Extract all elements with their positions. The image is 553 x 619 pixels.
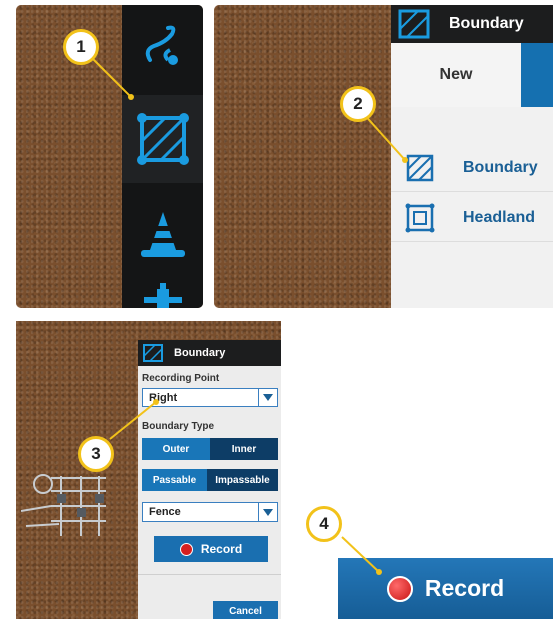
passable-toggle[interactable]: Passable xyxy=(142,469,207,491)
boundary-type-label: Boundary Type xyxy=(142,421,215,432)
callout-1: 1 xyxy=(63,29,99,65)
callout-3: 3 xyxy=(78,436,114,472)
boundary-menu-header: Boundary xyxy=(391,5,553,43)
boundary-menu-title: Boundary xyxy=(449,15,524,32)
flag-tool-button[interactable] xyxy=(122,195,203,273)
chevron-down-icon xyxy=(258,389,277,406)
chevron-down-icon xyxy=(258,503,277,521)
headland-list-item[interactable]: Headland xyxy=(391,195,553,242)
path-icon xyxy=(145,25,178,65)
cancel-button[interactable]: Cancel xyxy=(213,601,278,619)
fence-value: Fence xyxy=(149,506,181,518)
boundary-list-item[interactable]: Boundary xyxy=(391,145,553,192)
fence-select[interactable]: Fence xyxy=(142,502,278,522)
dialog-header: Boundary xyxy=(138,340,281,366)
record-label-small: Record xyxy=(200,542,243,556)
boundary-icon xyxy=(398,9,430,39)
tab-new-label: New xyxy=(439,66,473,83)
boundary-icon xyxy=(143,344,163,362)
tab-existing[interactable] xyxy=(521,43,553,107)
implement-tool-button[interactable] xyxy=(122,283,203,308)
outer-toggle[interactable]: Outer xyxy=(142,438,210,460)
boundary-dialog: Boundary Recording Point Right Boundary … xyxy=(138,340,281,619)
panel-1-field xyxy=(16,5,203,308)
headland-icon xyxy=(405,203,435,233)
path-tool-button[interactable] xyxy=(122,5,203,85)
dialog-title: Boundary xyxy=(174,347,226,359)
record-button-small[interactable]: Record xyxy=(154,536,268,562)
dialog-divider xyxy=(138,574,281,575)
implement-icon xyxy=(143,283,182,308)
panel-3-field: Boundary Recording Point Right Boundary … xyxy=(16,321,281,619)
record-dot-icon xyxy=(179,542,193,556)
boundary-tool-button[interactable] xyxy=(122,95,203,183)
side-toolbar xyxy=(122,5,203,308)
inner-toggle[interactable]: Inner xyxy=(210,438,278,460)
recording-point-select[interactable]: Right xyxy=(142,388,278,407)
callout-4: 4 xyxy=(306,506,342,542)
recording-point-label: Recording Point xyxy=(142,373,220,384)
boundary-icon xyxy=(406,154,434,182)
record-dot-icon xyxy=(386,575,413,602)
tab-new[interactable]: New xyxy=(391,43,521,107)
headland-item-label: Headland xyxy=(463,209,536,226)
record-label-large: Record xyxy=(424,575,505,601)
callout-2: 2 xyxy=(340,86,376,122)
boundary-icon xyxy=(136,113,189,165)
boundary-item-label: Boundary xyxy=(463,159,538,176)
boundary-menu: Boundary New Boundary Headland xyxy=(391,5,553,308)
impassable-toggle[interactable]: Impassable xyxy=(207,469,278,491)
implement-graphic xyxy=(21,474,106,536)
panel-2-field: Boundary New Boundary Headland xyxy=(214,5,553,308)
recording-point-value: Right xyxy=(149,391,178,404)
record-button-large[interactable]: Record xyxy=(338,558,553,619)
cone-icon xyxy=(140,212,185,257)
